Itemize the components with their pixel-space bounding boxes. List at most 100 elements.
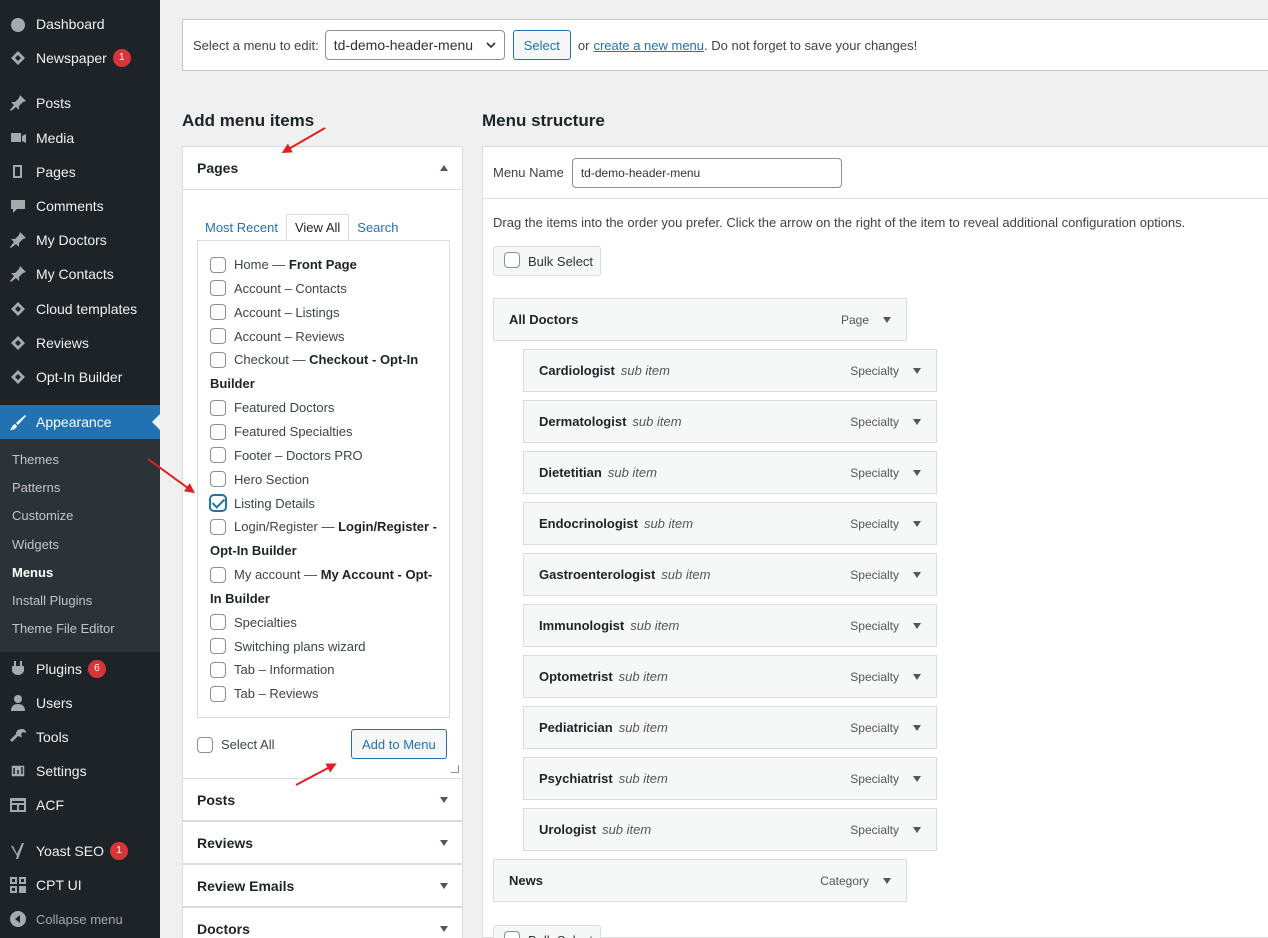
pages-accordion-header[interactable]: Pages xyxy=(183,147,462,190)
accordion-section-posts[interactable]: Posts xyxy=(183,778,462,821)
page-checklist-item[interactable]: Login/Register — Login/Register - Opt-In… xyxy=(210,515,440,563)
page-checkbox[interactable] xyxy=(210,447,226,464)
sidebar-item-dashboard[interactable]: Dashboard xyxy=(0,7,160,41)
page-checkbox[interactable] xyxy=(210,638,226,655)
tab-search[interactable]: Search xyxy=(349,214,406,241)
page-checkbox[interactable] xyxy=(210,256,226,273)
page-checkbox[interactable] xyxy=(210,662,226,678)
submenu-menus[interactable]: Menus xyxy=(12,565,53,580)
sidebar-item-acf[interactable]: ACF xyxy=(0,788,160,822)
sidebar-item-comments[interactable]: Comments xyxy=(0,189,160,223)
menu-item-psychiatrist[interactable]: Psychiatrist sub item Specialty xyxy=(523,757,937,800)
submenu-themes[interactable]: Themes xyxy=(12,452,59,467)
menu-item-immunologist[interactable]: Immunologist sub item Specialty xyxy=(523,604,937,647)
tab-view-all[interactable]: View All xyxy=(285,214,350,241)
submenu-widgets[interactable]: Widgets xyxy=(12,537,59,552)
expand-arrow-icon[interactable] xyxy=(440,882,448,889)
select-all-control[interactable]: Select All xyxy=(197,736,274,754)
sidebar-item-pages[interactable]: Pages xyxy=(0,155,160,189)
sidebar-item-appearance[interactable]: Appearance xyxy=(0,405,160,439)
submenu-theme-file-editor[interactable]: Theme File Editor xyxy=(12,621,115,636)
menu-item-optometrist[interactable]: Optometrist sub item Specialty xyxy=(523,655,937,698)
sidebar-item-cloud-templates[interactable]: Cloud templates xyxy=(0,292,160,326)
sidebar-item-cpt-ui[interactable]: CPT UI xyxy=(0,868,160,902)
page-checklist-item[interactable]: Hero Section xyxy=(210,468,440,492)
page-checkbox[interactable] xyxy=(210,280,226,297)
menu-item-dermatologist[interactable]: Dermatologist sub item Specialty xyxy=(523,400,937,443)
item-edit-arrow-icon[interactable] xyxy=(883,877,891,884)
submenu-customize[interactable]: Customize xyxy=(12,508,73,523)
menu-item-gastroenterologist[interactable]: Gastroenterologist sub item Specialty xyxy=(523,553,937,596)
menu-item-cardiologist[interactable]: Cardiologist sub item Specialty xyxy=(523,349,937,392)
item-edit-arrow-icon[interactable] xyxy=(913,520,921,527)
page-checkbox[interactable] xyxy=(210,518,226,535)
menu-item-endocrinologist[interactable]: Endocrinologist sub item Specialty xyxy=(523,502,937,545)
page-checklist-item[interactable]: Featured Specialties xyxy=(210,420,440,444)
menu-name-input[interactable]: td-demo-header-menu xyxy=(571,157,842,188)
sidebar-item-my-contacts[interactable]: My Contacts xyxy=(0,257,160,291)
create-new-menu-link[interactable]: create a new menu xyxy=(593,38,704,53)
bulk-select-checkbox-bottom[interactable] xyxy=(504,931,520,938)
sidebar-item-settings[interactable]: Settings xyxy=(0,754,160,788)
menu-item-all-doctors[interactable]: All Doctors Page xyxy=(493,298,907,341)
page-checklist-item[interactable]: Footer – Doctors PRO xyxy=(210,444,440,468)
select-all-checkbox[interactable] xyxy=(197,736,213,753)
sidebar-item-tools[interactable]: Tools xyxy=(0,720,160,754)
sidebar-item-my-doctors[interactable]: My Doctors xyxy=(0,223,160,257)
item-edit-arrow-icon[interactable] xyxy=(913,571,921,578)
bulk-select-checkbox[interactable] xyxy=(504,252,520,268)
expand-arrow-icon[interactable] xyxy=(440,925,448,932)
sidebar-item-users[interactable]: Users xyxy=(0,686,160,720)
menu-item-pediatrician[interactable]: Pediatrician sub item Specialty xyxy=(523,706,937,749)
page-checklist-item[interactable]: Tab – Reviews xyxy=(210,682,440,706)
item-edit-arrow-icon[interactable] xyxy=(913,724,921,731)
item-edit-arrow-icon[interactable] xyxy=(913,469,921,476)
page-checkbox[interactable] xyxy=(210,471,226,488)
item-edit-arrow-icon[interactable] xyxy=(913,775,921,782)
sidebar-item-reviews[interactable]: Reviews xyxy=(0,326,160,360)
sidebar-item-media[interactable]: Media xyxy=(0,121,160,155)
select-menu-button[interactable]: Select xyxy=(512,30,571,60)
accordion-section-doctors[interactable]: Doctors xyxy=(183,907,462,938)
bulk-select-button-bottom[interactable]: Bulk Select xyxy=(493,925,601,938)
sidebar-item-plugins[interactable]: Plugins 6 xyxy=(0,652,160,686)
accordion-section-review-emails[interactable]: Review Emails xyxy=(183,864,462,907)
sidebar-item-newspaper[interactable]: Newspaper 1 xyxy=(0,41,160,75)
page-checklist-item[interactable]: Account – Contacts xyxy=(210,277,440,301)
menu-item-urologist[interactable]: Urologist sub item Specialty xyxy=(523,808,937,851)
resize-handle[interactable] xyxy=(451,765,459,773)
menu-item-news[interactable]: News Category xyxy=(493,859,907,902)
expand-arrow-icon[interactable] xyxy=(440,839,448,846)
page-checklist-item[interactable]: Account – Reviews xyxy=(210,325,440,349)
page-checkbox[interactable] xyxy=(210,495,226,512)
page-checklist-item[interactable]: Checkout — Checkout - Opt-In Builder xyxy=(210,348,440,396)
item-edit-arrow-icon[interactable] xyxy=(913,673,921,680)
page-checklist-item[interactable]: Account – Listings xyxy=(210,301,440,325)
item-edit-arrow-icon[interactable] xyxy=(913,418,921,425)
page-checklist-item[interactable]: My account — My Account - Opt-In Builder xyxy=(210,563,440,611)
page-checkbox[interactable] xyxy=(210,328,226,345)
page-checkbox[interactable] xyxy=(210,685,226,702)
item-edit-arrow-icon[interactable] xyxy=(913,826,921,833)
tab-most-recent[interactable]: Most Recent xyxy=(197,214,286,241)
page-checklist-item[interactable]: Switching plans wizard xyxy=(210,635,440,659)
page-checklist-item[interactable]: Home — Front Page xyxy=(210,253,440,277)
page-checklist-item[interactable]: Listing Details xyxy=(210,492,440,516)
page-checkbox[interactable] xyxy=(210,566,226,583)
page-checkbox[interactable] xyxy=(210,423,226,440)
page-checklist-item[interactable]: Tab – Information xyxy=(210,658,440,682)
sidebar-item-yoast-seo[interactable]: Yoast SEO 1 xyxy=(0,834,160,868)
submenu-install-plugins[interactable]: Install Plugins xyxy=(12,593,92,608)
sidebar-item-collapse-menu[interactable]: Collapse menu xyxy=(0,902,160,936)
add-to-menu-button[interactable]: Add to Menu xyxy=(351,729,447,759)
submenu-patterns[interactable]: Patterns xyxy=(12,480,60,495)
page-checklist-item[interactable]: Featured Doctors xyxy=(210,396,440,420)
page-checkbox[interactable] xyxy=(210,399,226,416)
sidebar-item-posts[interactable]: Posts xyxy=(0,86,160,120)
item-edit-arrow-icon[interactable] xyxy=(883,316,891,323)
menu-select-dropdown[interactable]: td-demo-header-menu xyxy=(324,30,505,60)
bulk-select-button[interactable]: Bulk Select xyxy=(493,246,601,276)
accordion-section-reviews[interactable]: Reviews xyxy=(183,821,462,864)
page-checkbox[interactable] xyxy=(210,304,226,321)
page-checklist-item[interactable]: Specialties xyxy=(210,611,440,635)
